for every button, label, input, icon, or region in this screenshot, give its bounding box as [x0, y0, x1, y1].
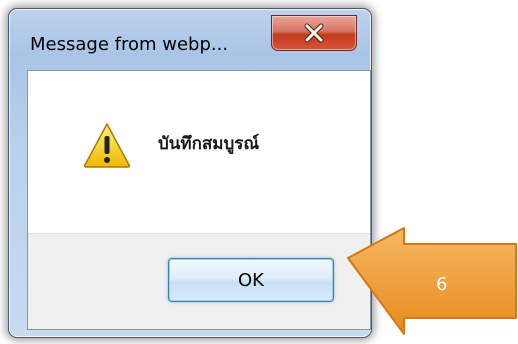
callout-arrow	[347, 227, 517, 335]
dialog-body: บันทึกสมบูรณ์ OK	[27, 70, 371, 330]
dialog-footer: OK	[28, 233, 370, 329]
dialog-title: Message from webp...	[30, 34, 229, 55]
warning-icon	[83, 123, 131, 168]
close-icon	[304, 23, 324, 43]
close-button[interactable]	[271, 15, 357, 51]
ok-button[interactable]: OK	[168, 258, 334, 302]
message-text: บันทึกสมบูรณ์	[158, 134, 260, 154]
callout-step-number: 6	[436, 274, 448, 295]
